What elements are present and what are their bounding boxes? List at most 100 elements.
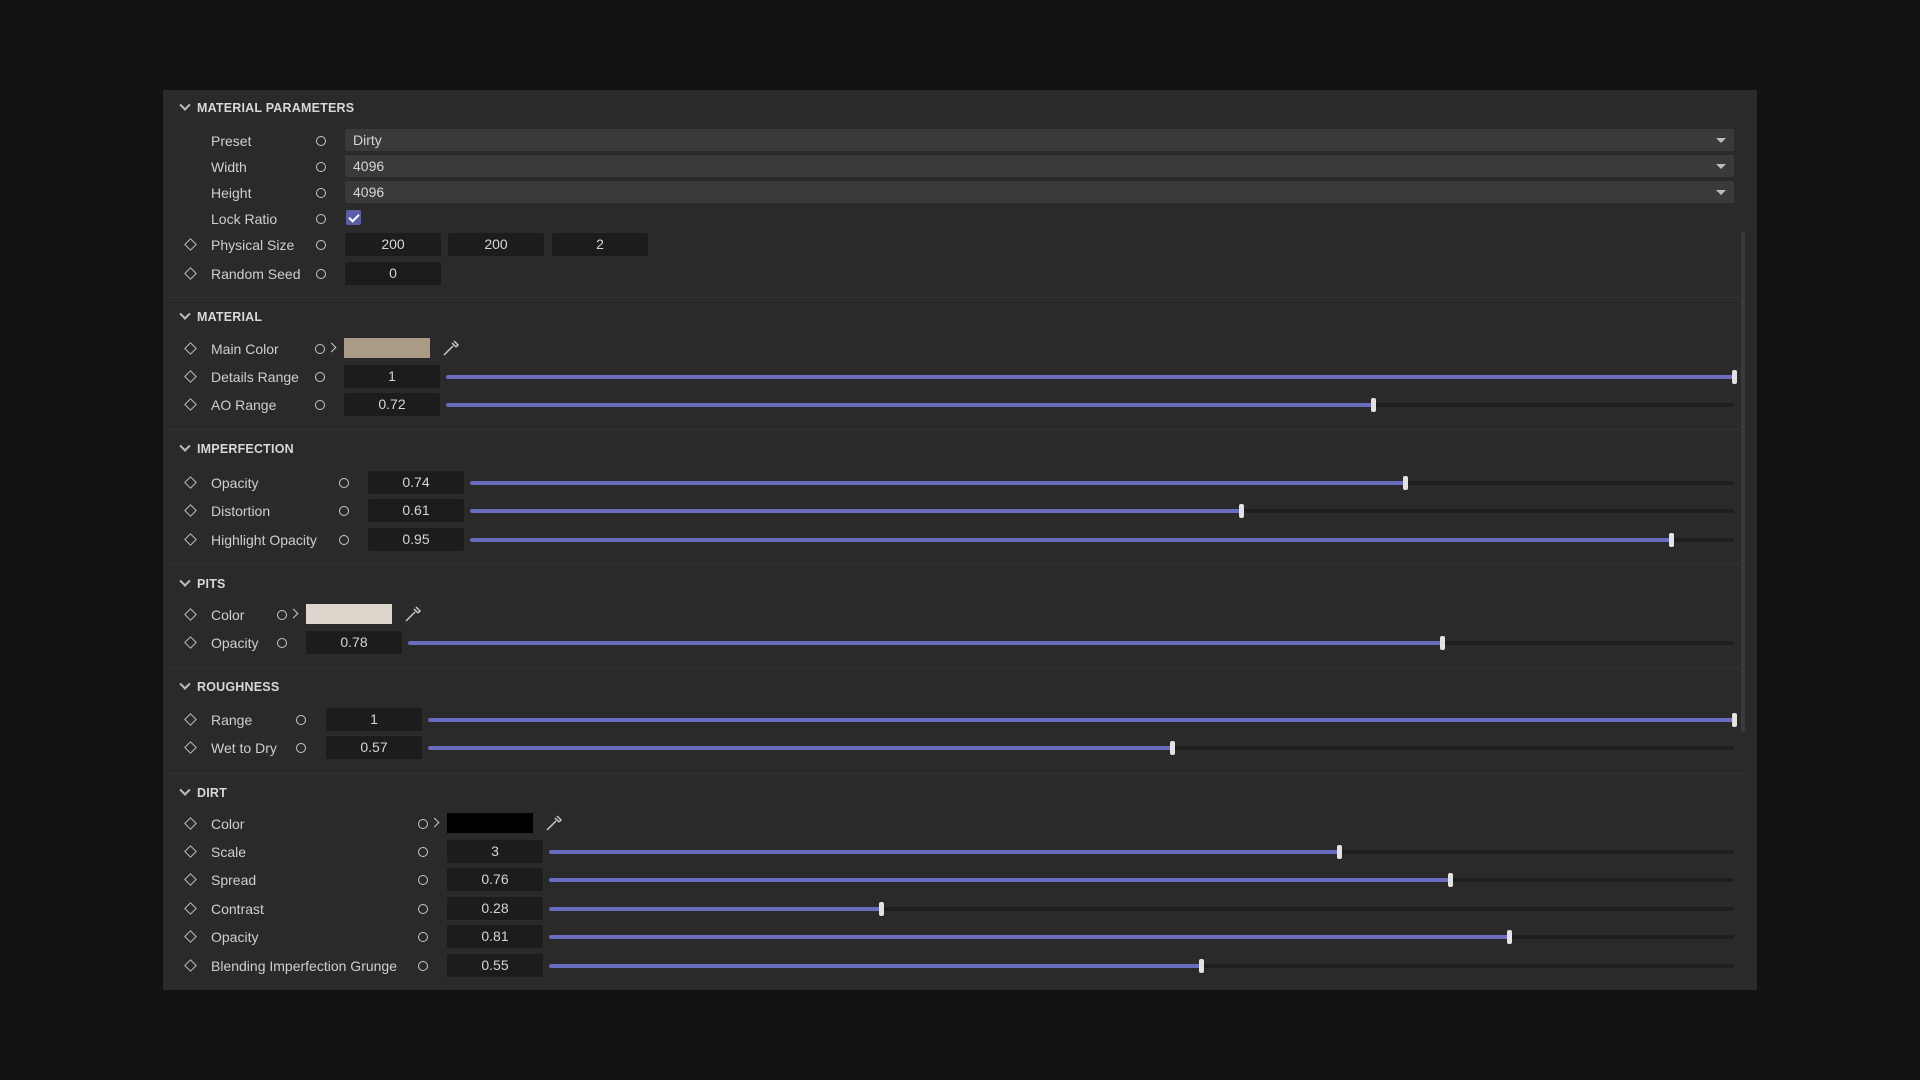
slider-handle[interactable] <box>1506 930 1512 944</box>
section-dirt[interactable]: DIRT <box>179 784 227 801</box>
section-material-parameters[interactable]: MATERIAL PARAMETERS <box>179 99 354 116</box>
circle-icon[interactable] <box>316 162 326 172</box>
eyedropper-icon[interactable] <box>404 605 422 623</box>
diamond-icon[interactable] <box>184 845 197 858</box>
details-range-field[interactable]: 1 <box>344 365 440 388</box>
section-material[interactable]: MATERIAL <box>179 308 262 325</box>
random-seed-field[interactable]: 0 <box>345 262 441 285</box>
slider-handle[interactable] <box>1732 370 1737 384</box>
diamond-icon[interactable] <box>184 873 197 886</box>
highlight-opacity-slider[interactable] <box>470 533 1734 547</box>
circle-icon[interactable] <box>418 961 428 971</box>
diamond-icon[interactable] <box>184 476 197 489</box>
diamond-icon[interactable] <box>184 636 197 649</box>
roughness-range-field[interactable]: 1 <box>326 708 422 731</box>
diamond-icon[interactable] <box>184 741 197 754</box>
slider-handle[interactable] <box>1440 636 1446 650</box>
imperfection-opacity-slider[interactable] <box>470 476 1734 490</box>
slider-handle[interactable] <box>1239 504 1245 518</box>
dirt-contrast-field[interactable]: 0.28 <box>447 897 543 920</box>
pits-color-swatch[interactable] <box>306 604 392 624</box>
diamond-icon[interactable] <box>184 238 197 251</box>
wet-to-dry-slider[interactable] <box>428 741 1734 755</box>
slider-handle[interactable] <box>1198 959 1204 973</box>
slider-handle[interactable] <box>1403 476 1409 490</box>
circle-icon[interactable] <box>339 478 349 488</box>
diamond-icon[interactable] <box>184 533 197 546</box>
circle-icon[interactable] <box>339 535 349 545</box>
distortion-field[interactable]: 0.61 <box>368 499 464 522</box>
diamond-icon[interactable] <box>184 713 197 726</box>
slider-handle[interactable] <box>878 902 884 916</box>
slider-handle[interactable] <box>1170 741 1176 755</box>
dirt-opacity-field[interactable]: 0.81 <box>447 925 543 948</box>
dirt-spread-slider[interactable] <box>549 873 1734 887</box>
wet-to-dry-field[interactable]: 0.57 <box>326 736 422 759</box>
chevron-right-icon[interactable] <box>288 608 299 619</box>
circle-icon[interactable] <box>316 188 326 198</box>
width-dropdown[interactable]: 4096 <box>345 155 1734 177</box>
pits-opacity-slider[interactable] <box>408 636 1734 650</box>
diamond-icon[interactable] <box>184 267 197 280</box>
diamond-icon[interactable] <box>184 930 197 943</box>
lock-ratio-checkbox[interactable] <box>346 210 361 225</box>
circle-icon[interactable] <box>418 904 428 914</box>
circle-icon[interactable] <box>418 932 428 942</box>
details-range-slider[interactable] <box>446 370 1737 384</box>
ao-range-slider[interactable] <box>446 398 1734 412</box>
diamond-icon[interactable] <box>184 370 197 383</box>
section-roughness[interactable]: ROUGHNESS <box>179 678 279 695</box>
preset-dropdown[interactable]: Dirty <box>345 129 1734 151</box>
dirt-contrast-slider[interactable] <box>549 902 1734 916</box>
highlight-opacity-field[interactable]: 0.95 <box>368 528 464 551</box>
circle-icon[interactable] <box>315 400 325 410</box>
imperfection-opacity-field[interactable]: 0.74 <box>368 471 464 494</box>
chevron-right-icon[interactable] <box>429 817 440 828</box>
circle-icon[interactable] <box>316 136 326 146</box>
blending-slider[interactable] <box>549 959 1734 973</box>
circle-icon[interactable] <box>296 715 306 725</box>
physical-size-z-field[interactable]: 2 <box>552 233 648 256</box>
slider-handle[interactable] <box>1447 873 1453 887</box>
blending-field[interactable]: 0.55 <box>447 954 543 977</box>
dirt-opacity-slider[interactable] <box>549 930 1734 944</box>
physical-size-x-field[interactable]: 200 <box>345 233 441 256</box>
chevron-right-icon[interactable] <box>326 342 337 353</box>
circle-icon[interactable] <box>316 269 326 279</box>
dirt-color-swatch[interactable] <box>447 813 533 833</box>
dirt-scale-slider[interactable] <box>549 845 1734 859</box>
distortion-slider[interactable] <box>470 504 1734 518</box>
diamond-icon[interactable] <box>184 608 197 621</box>
ao-range-field[interactable]: 0.72 <box>344 393 440 416</box>
eyedropper-icon[interactable] <box>442 339 460 357</box>
eyedropper-icon[interactable] <box>545 814 563 832</box>
circle-icon[interactable] <box>418 819 428 829</box>
circle-icon[interactable] <box>316 240 326 250</box>
section-imperfection[interactable]: IMPERFECTION <box>179 440 294 457</box>
diamond-icon[interactable] <box>184 342 197 355</box>
circle-icon[interactable] <box>315 344 325 354</box>
circle-icon[interactable] <box>296 743 306 753</box>
dirt-scale-field[interactable]: 3 <box>447 840 543 863</box>
slider-handle[interactable] <box>1371 398 1377 412</box>
circle-icon[interactable] <box>316 214 326 224</box>
roughness-range-slider[interactable] <box>428 713 1737 727</box>
diamond-icon[interactable] <box>184 398 197 411</box>
physical-size-y-field[interactable]: 200 <box>448 233 544 256</box>
circle-icon[interactable] <box>339 506 349 516</box>
diamond-icon[interactable] <box>184 902 197 915</box>
slider-handle[interactable] <box>1732 713 1737 727</box>
circle-icon[interactable] <box>418 847 428 857</box>
diamond-icon[interactable] <box>184 504 197 517</box>
circle-icon[interactable] <box>277 638 287 648</box>
height-dropdown[interactable]: 4096 <box>345 181 1734 203</box>
circle-icon[interactable] <box>315 372 325 382</box>
slider-handle[interactable] <box>1668 533 1674 547</box>
section-pits[interactable]: PITS <box>179 575 226 592</box>
circle-icon[interactable] <box>418 875 428 885</box>
circle-icon[interactable] <box>277 610 287 620</box>
slider-handle[interactable] <box>1337 845 1343 859</box>
main-color-swatch[interactable] <box>344 338 430 358</box>
dirt-spread-field[interactable]: 0.76 <box>447 868 543 891</box>
pits-opacity-field[interactable]: 0.78 <box>306 631 402 654</box>
